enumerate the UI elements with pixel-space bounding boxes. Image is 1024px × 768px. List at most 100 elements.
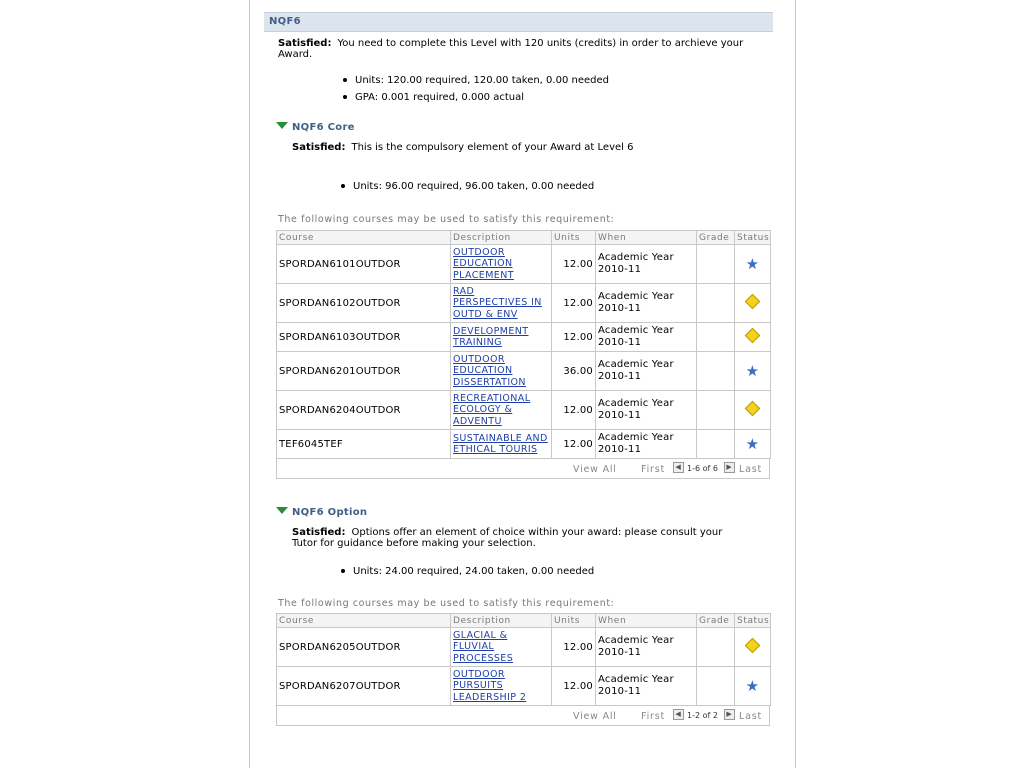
units-stat: Units: 96.00 required, 96.00 taken, 0.00… [341, 178, 773, 195]
core-course-table: Course Description Units When Grade Stat… [276, 230, 771, 459]
course-link[interactable]: OUTDOOR PURSUITS LEADERSHIP 2 [453, 669, 549, 704]
course-status: ★ [734, 429, 771, 459]
collapse-triangle-icon[interactable] [276, 122, 288, 129]
satisfied-text-continued: Tutor for guidance before making your se… [292, 538, 536, 549]
option-course-table: Course Description Units When Grade Stat… [276, 613, 771, 706]
course-status [734, 322, 771, 352]
satisfied-label: Satisfied: [278, 38, 332, 49]
col-when: When [595, 613, 697, 628]
course-when: Academic Year 2010-11 [595, 322, 697, 352]
col-description: Description [450, 613, 552, 628]
option-table-nav: View All First ◀ 1-2 of 2 ▶ Last [276, 706, 770, 726]
course-grade [696, 627, 735, 667]
course-grade [696, 351, 735, 391]
units-stat: Units: 120.00 required, 120.00 taken, 0.… [343, 72, 773, 89]
course-units: 12.00 [551, 627, 596, 667]
star-icon: ★ [745, 254, 760, 273]
star-icon: ★ [745, 434, 760, 453]
col-course: Course [276, 230, 451, 245]
prev-arrow-icon[interactable]: ◀ [673, 462, 684, 473]
satisfied-label: Satisfied: [292, 527, 346, 538]
first-link[interactable]: First [641, 711, 665, 722]
course-units: 12.00 [551, 429, 596, 459]
table-header-row: Course Description Units When Grade Stat… [276, 613, 771, 628]
col-grade: Grade [696, 613, 735, 628]
course-code: SPORDAN6204OUTDOR [276, 390, 451, 430]
course-units: 12.00 [551, 390, 596, 430]
diamond-icon [744, 400, 761, 417]
diamond-icon [744, 327, 761, 344]
course-description: OUTDOOR EDUCATION PLACEMENT [450, 244, 552, 284]
core-header[interactable]: NQF6 Core [276, 121, 773, 135]
course-description: OUTDOOR EDUCATION DISSERTATION [450, 351, 552, 391]
course-status: ★ [734, 351, 771, 391]
course-link[interactable]: RECREATIONAL ECOLOGY & ADVENTU [453, 393, 549, 428]
course-when: Academic Year 2010-11 [595, 666, 697, 706]
col-status: Status [734, 230, 771, 245]
next-arrow-icon[interactable]: ▶ [724, 709, 735, 720]
star-icon: ★ [745, 676, 760, 695]
course-link[interactable]: SUSTAINABLE AND ETHICAL TOURIS [453, 433, 549, 456]
prev-arrow-icon[interactable]: ◀ [673, 709, 684, 720]
option-header[interactable]: NQF6 Option [276, 506, 773, 520]
core-intro: The following courses may be used to sat… [278, 214, 615, 225]
last-link[interactable]: Last [739, 711, 762, 722]
option-satisfied: Satisfied: Options offer an element of ch… [292, 527, 773, 549]
next-arrow-icon[interactable]: ▶ [724, 462, 735, 473]
table-row: SPORDAN6205OUTDOR GLACIAL & FLUVIAL PROCES… [276, 627, 771, 667]
course-link[interactable]: RAD PERSPECTIVES IN OUTD & ENV [453, 286, 549, 321]
course-code: SPORDAN6101OUTDOR [276, 244, 451, 284]
course-description: DEVELOPMENT TRAINING [450, 322, 552, 352]
course-link[interactable]: OUTDOOR EDUCATION PLACEMENT [453, 247, 549, 282]
satisfied-label: Satisfied: [292, 142, 346, 153]
first-link[interactable]: First [641, 464, 665, 475]
collapse-triangle-icon[interactable] [276, 507, 288, 514]
col-when: When [595, 230, 697, 245]
option-stats: Units: 24.00 required, 24.00 taken, 0.00… [341, 563, 773, 580]
view-all-link[interactable]: View All [573, 711, 617, 722]
units-stat: Units: 24.00 required, 24.00 taken, 0.00… [341, 563, 773, 580]
section-header: NQF6 [264, 12, 773, 32]
course-code: SPORDAN6207OUTDOR [276, 666, 451, 706]
course-grade [696, 429, 735, 459]
table-row: SPORDAN6204OUTDOR RECREATIONAL ECOLOGY & A… [276, 390, 771, 430]
satisfied-text: You need to complete this Level with 120… [278, 38, 744, 60]
core-table-nav: View All First ◀ 1-6 of 6 ▶ Last [276, 459, 770, 479]
course-units: 36.00 [551, 351, 596, 391]
table-row: TEF6045TEF SUSTAINABLE AND ETHICAL TOURIS… [276, 429, 771, 459]
course-when: Academic Year 2010-11 [595, 429, 697, 459]
diamond-icon [744, 293, 761, 310]
core-subsection: NQF6 Core Satisfied: This is the compulso… [276, 121, 773, 226]
course-status: ★ [734, 666, 771, 706]
requirements-panel: NQF6 Satisfied: You need to complete this… [264, 12, 773, 726]
table-row: SPORDAN6103OUTDOR DEVELOPMENT TRAINING 12… [276, 322, 771, 352]
course-code: SPORDAN6103OUTDOR [276, 322, 451, 352]
course-units: 12.00 [551, 322, 596, 352]
row-count: 1-2 of 2 [687, 711, 718, 720]
course-code: SPORDAN6205OUTDOR [276, 627, 451, 667]
course-when: Academic Year 2010-11 [595, 627, 697, 667]
course-when: Academic Year 2010-11 [595, 390, 697, 430]
star-icon: ★ [745, 361, 760, 380]
course-link[interactable]: GLACIAL & FLUVIAL PROCESSES [453, 630, 549, 665]
core-stats: Units: 96.00 required, 96.00 taken, 0.00… [341, 178, 773, 195]
course-code: SPORDAN6201OUTDOR [276, 351, 451, 391]
view-all-link[interactable]: View All [573, 464, 617, 475]
course-grade [696, 390, 735, 430]
course-link[interactable]: DEVELOPMENT TRAINING [453, 326, 549, 349]
course-link[interactable]: OUTDOOR EDUCATION DISSERTATION [453, 354, 549, 389]
gpa-stat: GPA: 0.001 required, 0.000 actual [343, 89, 773, 106]
satisfied-text: This is the compulsory element of your A… [351, 142, 634, 153]
course-grade [696, 244, 735, 284]
course-when: Academic Year 2010-11 [595, 351, 697, 391]
course-code: SPORDAN6102OUTDOR [276, 283, 451, 323]
course-grade [696, 283, 735, 323]
option-table-wrap: Course Description Units When Grade Stat… [276, 613, 773, 726]
course-description: RECREATIONAL ECOLOGY & ADVENTU [450, 390, 552, 430]
course-grade [696, 666, 735, 706]
table-header-row: Course Description Units When Grade Stat… [276, 230, 771, 245]
course-description: RAD PERSPECTIVES IN OUTD & ENV [450, 283, 552, 323]
satisfied-text: Options offer an element of choice withi… [351, 527, 723, 538]
last-link[interactable]: Last [739, 464, 762, 475]
col-units: Units [551, 613, 596, 628]
